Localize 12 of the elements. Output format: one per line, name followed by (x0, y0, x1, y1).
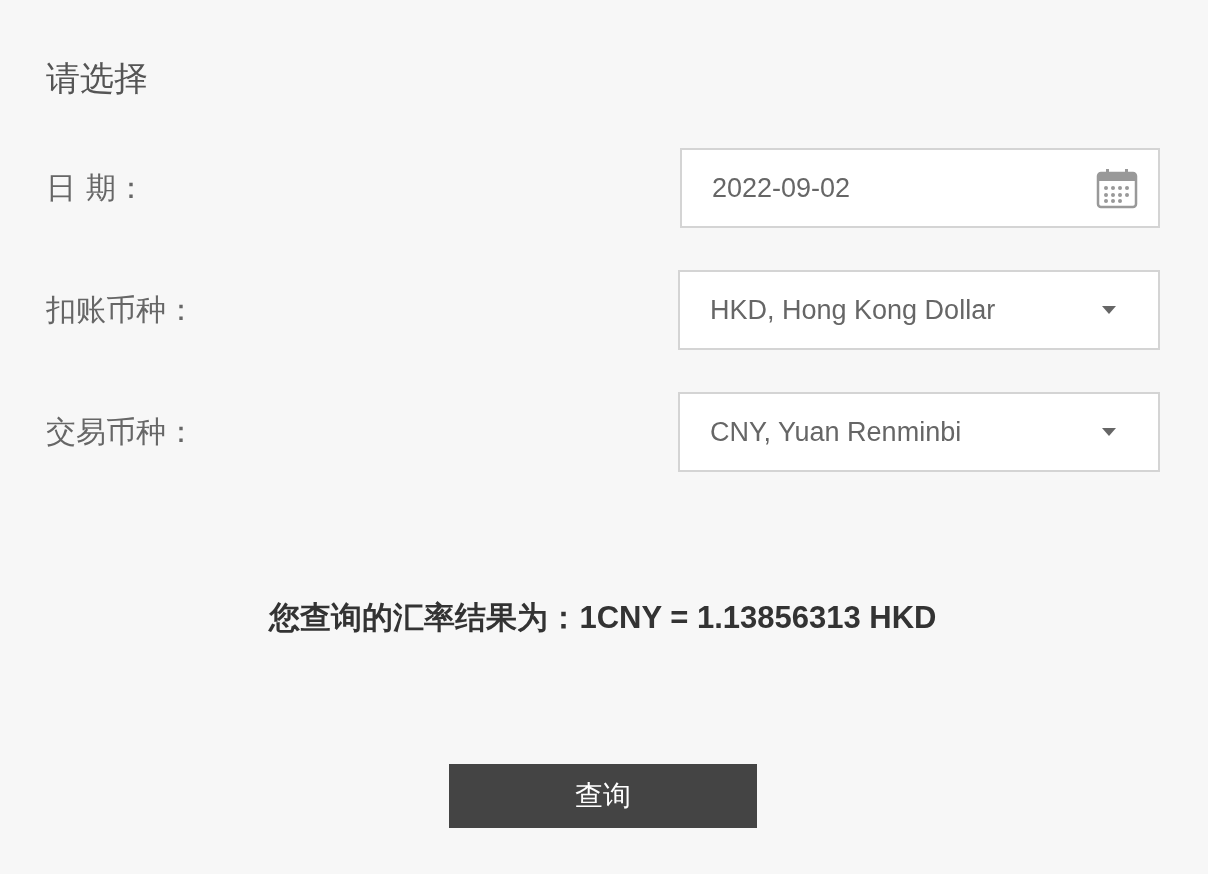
result-text: 您查询的汇率结果为：1CNY = 1.13856313 HKD (267, 600, 938, 636)
query-button[interactable]: 查询 (449, 764, 757, 828)
field-label: 扣账币种： (46, 290, 196, 329)
date-field[interactable]: 2022-09-02 (680, 148, 1160, 228)
caret-icon (1102, 306, 1116, 314)
field-label: 交易币种： (46, 412, 196, 451)
calendar-icon (1096, 167, 1138, 209)
currency-dropdown[interactable]: CNY, Yuan Renminbi (678, 392, 1160, 472)
caret-icon (1102, 428, 1116, 436)
section-title: 请选择 (46, 58, 149, 98)
field-label: 日 期： (46, 168, 146, 207)
currency-dropdown[interactable]: HKD, Hong Kong Dollar (678, 270, 1160, 350)
